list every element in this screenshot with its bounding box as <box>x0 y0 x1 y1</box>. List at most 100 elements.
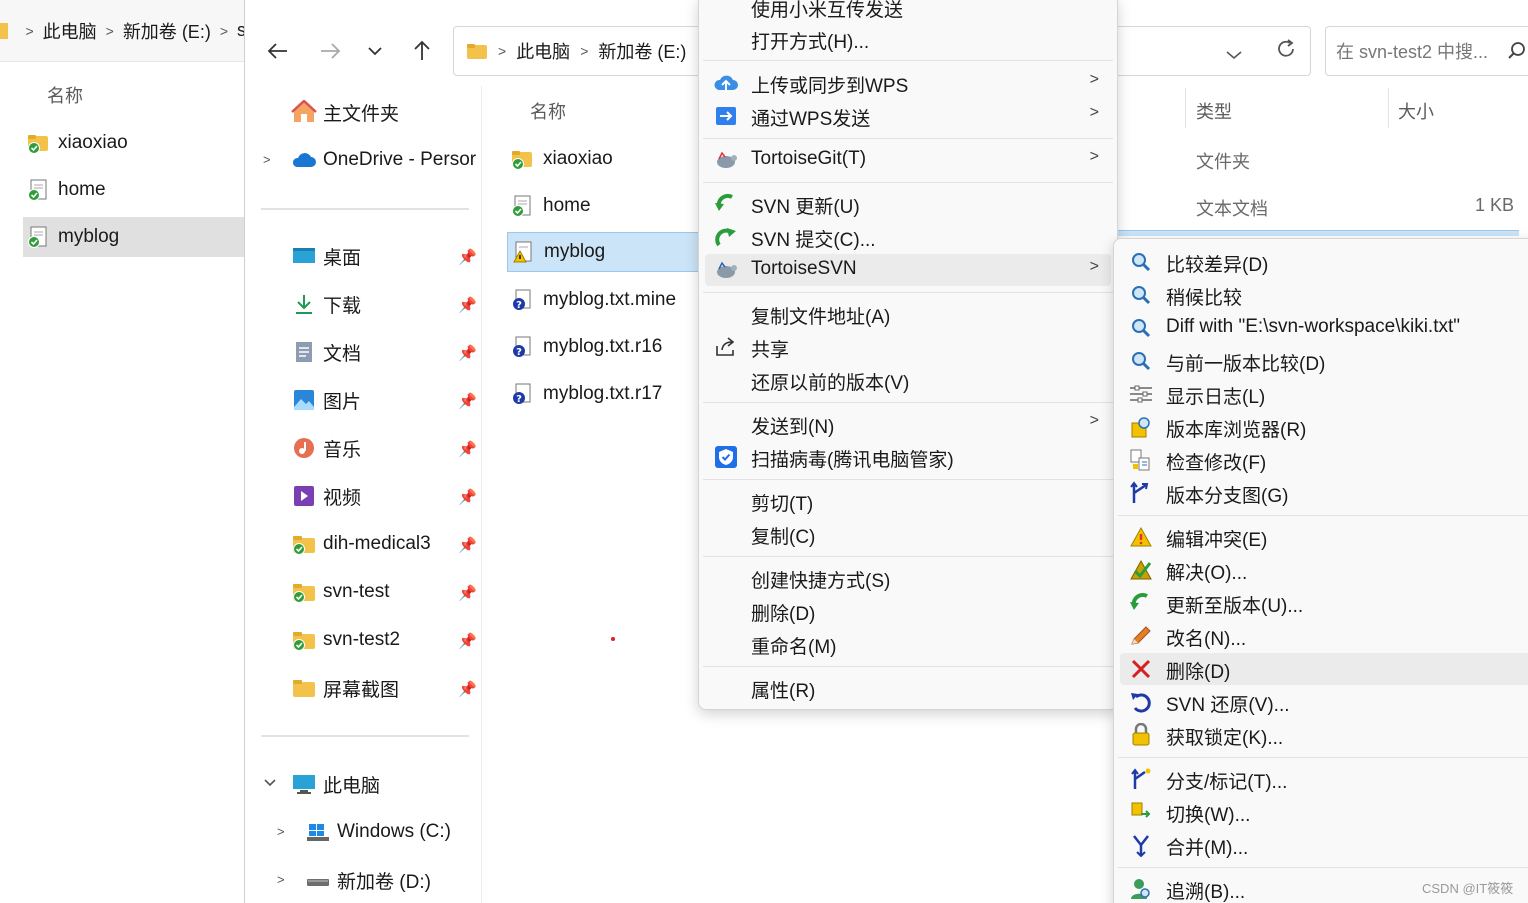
nav-item-this-pc[interactable]: 此电脑 <box>291 764 380 804</box>
pin-icon[interactable]: 📌 <box>458 344 477 362</box>
menu-item-open-with[interactable]: 打开方式(H)... <box>705 23 1111 55</box>
menu-item-diff-previous[interactable]: 与前一版本比较(D) <box>1120 345 1528 377</box>
menu-item-send-to[interactable]: 发送到(N) > <box>705 408 1111 440</box>
column-header-name[interactable]: 名称 <box>47 82 83 108</box>
menu-item-edit-conflicts[interactable]: 编辑冲突(E) <box>1120 521 1528 553</box>
breadcrumb-item-drive-e[interactable]: 新加卷 (E:) <box>123 18 211 44</box>
menu-item-copy-path[interactable]: 复制文件地址(A) <box>705 298 1111 330</box>
menu-item-rename-svn[interactable]: 改名(N)... <box>1120 620 1528 652</box>
nav-item-screenshots[interactable]: 屏幕截图 <box>291 668 399 708</box>
menu-item-properties[interactable]: 属性(R) <box>705 672 1111 704</box>
nav-item-downloads[interactable]: 下载 <box>291 284 361 324</box>
menu-item-svn-revert[interactable]: SVN 还原(V)... <box>1120 686 1528 718</box>
pin-icon[interactable]: 📌 <box>458 584 477 602</box>
column-header-name[interactable]: 名称 <box>530 98 566 124</box>
expand-chevron-icon[interactable]: > <box>277 824 285 839</box>
menu-item-branch-tag[interactable]: 分支/标记(T)... <box>1120 763 1528 795</box>
menu-item-svn-commit[interactable]: SVN 提交(C)... <box>705 221 1111 253</box>
nav-item-svn-test[interactable]: svn-test <box>291 572 390 612</box>
search-icon[interactable] <box>1507 41 1527 61</box>
pin-icon[interactable]: 📌 <box>458 632 477 650</box>
file-row-selected[interactable]: myblog <box>507 232 699 272</box>
file-row[interactable]: home <box>23 170 246 210</box>
breadcrumb-item-this-pc[interactable]: 此电脑 <box>43 18 97 44</box>
breadcrumb-item-drive-e[interactable]: 新加卷 (E:) <box>598 38 686 64</box>
menu-item-upload-wps[interactable]: 上传或同步到WPS > <box>705 67 1111 99</box>
menu-item-share[interactable]: 共享 <box>705 331 1111 363</box>
nav-item-pictures[interactable]: 图片 <box>291 380 361 420</box>
column-header-type[interactable]: 类型 <box>1196 98 1232 124</box>
nav-item-drive-c[interactable]: Windows (C:) <box>305 812 451 852</box>
refresh-button[interactable] <box>1275 38 1297 67</box>
menu-item-create-shortcut[interactable]: 创建快捷方式(S) <box>705 562 1111 594</box>
file-row-selected[interactable]: myblog <box>23 217 246 257</box>
column-separator[interactable] <box>1185 88 1186 128</box>
file-row[interactable]: home <box>507 186 699 226</box>
menu-item-update-to-revision[interactable]: 更新至版本(U)... <box>1120 587 1528 619</box>
nav-item-svn-test2[interactable]: svn-test2 <box>291 620 400 660</box>
nav-item-documents[interactable]: 文档 <box>291 332 361 372</box>
search-input[interactable]: 在 svn-test2 中搜... <box>1325 26 1528 76</box>
menu-item-revision-graph[interactable]: 版本分支图(G) <box>1120 477 1528 509</box>
menu-item-rename[interactable]: 重命名(M) <box>705 628 1111 660</box>
address-history-button[interactable] <box>1225 44 1243 65</box>
divider <box>261 208 469 210</box>
menu-item-tortoisesvn[interactable]: TortoiseSVN > <box>705 254 1111 286</box>
folder-icon <box>467 44 487 59</box>
column-header-size[interactable]: 大小 <box>1398 98 1434 124</box>
menu-item-merge[interactable]: 合并(M)... <box>1120 829 1528 861</box>
breadcrumb-item-this-pc[interactable]: 此电脑 <box>516 38 570 64</box>
file-row[interactable]: ? myblog.txt.mine <box>507 280 699 320</box>
menu-item-show-log[interactable]: 显示日志(L) <box>1120 378 1528 410</box>
menu-item-switch[interactable]: 切换(W)... <box>1120 796 1528 828</box>
pane-splitter[interactable] <box>481 86 482 903</box>
menu-item-get-lock[interactable]: 获取锁定(K)... <box>1120 719 1528 751</box>
pin-icon[interactable]: 📌 <box>458 296 477 314</box>
pin-icon[interactable]: 📌 <box>458 392 477 410</box>
nav-item-dih-medical3[interactable]: dih-medical3 <box>291 524 431 564</box>
pin-icon[interactable]: 📌 <box>458 536 477 554</box>
file-row[interactable]: ? myblog.txt.r16 <box>507 327 699 367</box>
menu-item-send-wps[interactable]: 通过WPS发送 > <box>705 100 1111 132</box>
pin-icon[interactable]: 📌 <box>458 680 477 698</box>
menu-item-scan-virus[interactable]: 扫描病毒(腾讯电脑管家) <box>705 441 1111 473</box>
pin-icon[interactable]: 📌 <box>458 488 477 506</box>
svn-unversioned-icon: ? <box>513 289 531 311</box>
menu-item-diff-with[interactable]: Diff with "E:\svn-workspace\kiki.txt" <box>1120 312 1528 344</box>
menu-item-diff-later[interactable]: 稍候比较 <box>1120 279 1528 311</box>
menu-item-delete[interactable]: 删除(D) <box>705 595 1111 627</box>
nav-item-drive-d[interactable]: 新加卷 (D:) <box>305 860 431 900</box>
collapse-chevron-icon[interactable] <box>263 776 277 791</box>
menu-item-resolve[interactable]: 解决(O)... <box>1120 554 1528 586</box>
menu-item-repo-browser[interactable]: 版本库浏览器(R) <box>1120 411 1528 443</box>
expand-chevron-icon[interactable]: > <box>263 152 271 167</box>
column-separator[interactable] <box>1388 88 1389 128</box>
menu-item-svn-update[interactable]: SVN 更新(U) <box>705 188 1111 220</box>
file-row[interactable]: xiaoxiao <box>507 139 699 179</box>
menu-item-xiaomi-share[interactable]: 使用小米互传发送 <box>705 0 1111 23</box>
menu-item-cut[interactable]: 剪切(T) <box>705 485 1111 517</box>
forward-button[interactable] <box>315 36 345 66</box>
menu-item-copy[interactable]: 复制(C) <box>705 518 1111 550</box>
menu-item-check-modifications[interactable]: 检查修改(F) <box>1120 444 1528 476</box>
nav-item-videos[interactable]: 视频 <box>291 476 361 516</box>
menu-item-restore-previous[interactable]: 还原以前的版本(V) <box>705 364 1111 396</box>
nav-item-onedrive[interactable]: OneDrive - Persor <box>291 140 476 180</box>
menu-item-delete-svn[interactable]: 删除(D) <box>1120 653 1528 685</box>
pin-icon[interactable]: 📌 <box>458 248 477 266</box>
nav-item-home[interactable]: 主文件夹 <box>291 92 399 132</box>
branch-icon <box>1131 768 1151 789</box>
recent-locations-button[interactable] <box>360 36 390 66</box>
divider <box>261 735 469 737</box>
expand-chevron-icon[interactable]: > <box>277 872 285 887</box>
menu-item-tortoisegit[interactable]: TortoiseGit(T) > <box>705 144 1111 176</box>
file-name: xiaoxiao <box>543 148 613 169</box>
file-row[interactable]: ? myblog.txt.r17 <box>507 374 699 414</box>
nav-item-desktop[interactable]: 桌面 <box>291 236 361 276</box>
pin-icon[interactable]: 📌 <box>458 440 477 458</box>
nav-item-music[interactable]: 音乐 <box>291 428 361 468</box>
up-button[interactable] <box>407 36 437 66</box>
menu-item-diff[interactable]: 比较差异(D) <box>1120 246 1528 278</box>
back-button[interactable] <box>263 36 293 66</box>
file-row[interactable]: xiaoxiao <box>23 123 246 163</box>
